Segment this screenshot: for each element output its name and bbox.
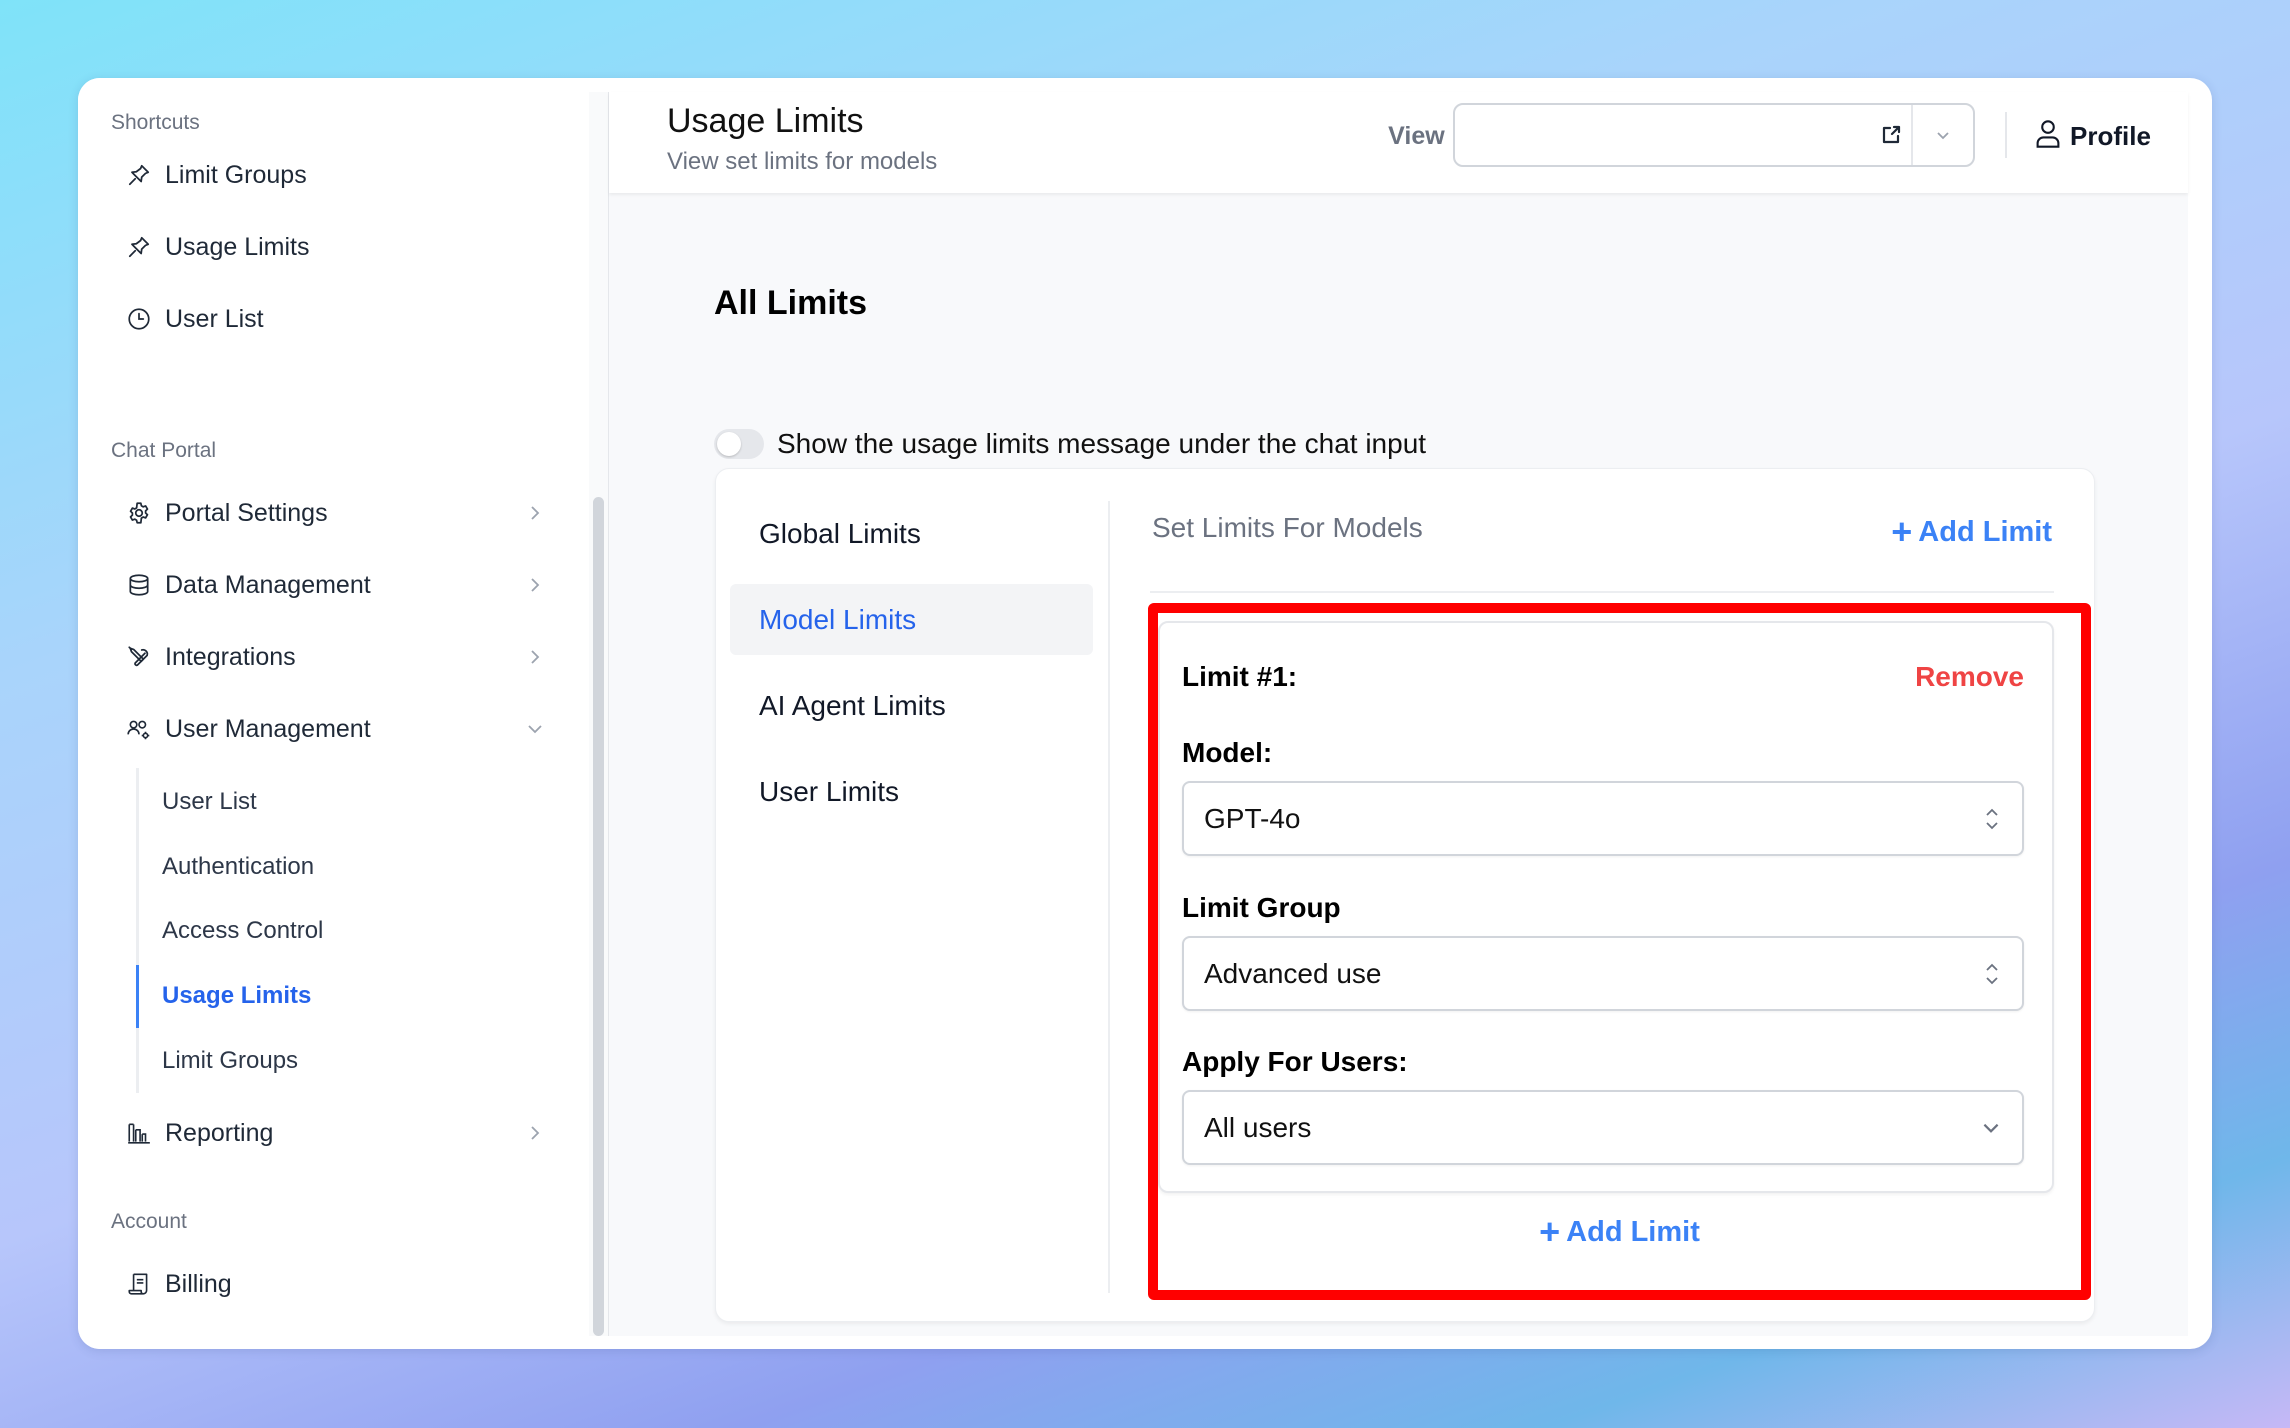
tab-ai-agent-limits[interactable]: AI Agent Limits	[730, 670, 1093, 741]
submenu-guide-line	[136, 768, 139, 1093]
sidebar-item-label: Integrations	[165, 642, 296, 671]
plus-icon: +	[1891, 511, 1913, 552]
clock-icon	[125, 305, 153, 333]
chevron-right-icon	[531, 578, 540, 592]
add-limit-button[interactable]: + Add Limit	[1891, 514, 2052, 550]
page-header: Usage Limits View set limits for models …	[609, 92, 2188, 193]
view-live-combobox	[1453, 103, 1975, 167]
user-icon	[2034, 119, 2062, 154]
pin-icon	[125, 233, 153, 261]
chevron-down-icon	[528, 725, 542, 734]
usage-message-toggle[interactable]	[714, 429, 764, 459]
submenu-item-authentication[interactable]: Authentication	[162, 853, 314, 881]
sidebar-item-label: Reporting	[165, 1118, 274, 1147]
pin-icon	[125, 161, 153, 189]
tools-icon	[125, 643, 153, 671]
sidebar-scrollbar-thumb[interactable]	[593, 497, 604, 1336]
sidebar-item-billing[interactable]: Billing	[125, 1259, 545, 1309]
sidebar-item-label: Data Management	[165, 570, 371, 599]
tab-global-limits[interactable]: Global Limits	[730, 498, 1093, 569]
shortcut-user-list[interactable]: User List	[125, 294, 545, 344]
profile-button[interactable]: Profile	[2034, 114, 2151, 158]
header-separator	[2005, 112, 2007, 158]
add-limit-label: Add Limit	[1918, 515, 2052, 548]
receipt-icon	[125, 1270, 153, 1298]
submenu-active-indicator	[136, 965, 139, 1028]
sidebar-item-label: User Management	[165, 714, 371, 743]
sidebar-item-reporting[interactable]: Reporting	[125, 1108, 545, 1158]
bar-chart-icon	[125, 1119, 153, 1147]
sidebar-section-account: Account	[111, 1210, 187, 1233]
tabs-divider	[1108, 501, 1110, 1293]
submenu-item-user-list[interactable]: User List	[162, 788, 257, 816]
shortcut-label: Limit Groups	[165, 160, 307, 189]
shortcut-usage-limits[interactable]: Usage Limits	[125, 222, 545, 272]
shortcut-limit-groups[interactable]: Limit Groups	[125, 150, 545, 200]
external-link-icon[interactable]	[1871, 105, 1911, 165]
sidebar-item-label: Portal Settings	[165, 498, 328, 527]
chevron-right-icon	[531, 650, 540, 664]
submenu-item-access-control[interactable]: Access Control	[162, 917, 323, 945]
users-gear-icon	[125, 715, 153, 743]
sidebar-item-data-management[interactable]: Data Management	[125, 560, 545, 610]
page-subtitle: View set limits for models	[667, 148, 938, 175]
panel-title: Set Limits For Models	[1152, 512, 1423, 543]
view-live-input[interactable]	[1455, 105, 1871, 165]
sidebar-section-chat-portal: Chat Portal	[111, 439, 217, 462]
sidebar-section-shortcuts: Shortcuts	[111, 111, 200, 134]
toggle-label: Show the usage limits message under the …	[777, 428, 1427, 459]
chevron-down-icon[interactable]	[1911, 105, 1973, 165]
page-title: Usage Limits	[667, 102, 864, 140]
gear-icon	[125, 499, 153, 527]
app-window: Shortcuts Limit Groups Usage Limits User…	[78, 78, 2212, 1349]
sidebar-item-portal-settings[interactable]: Portal Settings	[125, 488, 545, 538]
submenu-item-usage-limits[interactable]: Usage Limits	[162, 982, 311, 1010]
section-title: All Limits	[714, 284, 868, 322]
shortcut-label: User List	[165, 304, 264, 333]
chevron-right-icon	[531, 506, 540, 520]
shortcut-label: Usage Limits	[165, 232, 310, 261]
highlight-annotation-box	[1148, 603, 2091, 1300]
tab-model-limits[interactable]: Model Limits	[730, 584, 1093, 655]
sidebar-item-integrations[interactable]: Integrations	[125, 632, 545, 682]
submenu-item-limit-groups[interactable]: Limit Groups	[162, 1047, 298, 1075]
panel-header-divider	[1150, 591, 2054, 593]
sidebar-item-label: Billing	[165, 1269, 232, 1298]
database-icon	[125, 571, 153, 599]
limits-card: Global Limits Model Limits AI Agent Limi…	[715, 468, 2095, 1322]
main-content: Usage Limits View set limits for models …	[608, 92, 2188, 1336]
tab-user-limits[interactable]: User Limits	[730, 756, 1093, 827]
profile-label: Profile	[2070, 120, 2151, 151]
sidebar-item-user-management[interactable]: User Management	[125, 704, 545, 754]
sidebar: Shortcuts Limit Groups Usage Limits User…	[78, 78, 589, 1349]
chevron-right-icon	[531, 1126, 540, 1140]
